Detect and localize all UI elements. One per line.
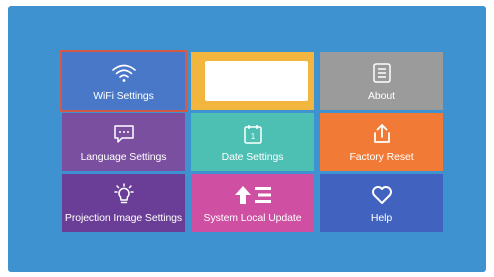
date-settings-tile[interactable]: 1 Date Settings	[191, 113, 314, 171]
preview-window	[205, 61, 308, 101]
projection-image-settings-tile[interactable]: Projection Image Settings	[62, 174, 185, 232]
help-tile[interactable]: Help	[320, 174, 443, 232]
wifi-settings-tile[interactable]: WiFi Settings	[60, 50, 187, 112]
system-local-update-tile[interactable]: System Local Update	[191, 174, 314, 232]
projector-home-screen: WiFi Settings About Language Settings 1 …	[8, 6, 486, 272]
input-preview-tile[interactable]	[191, 52, 314, 110]
brightness-icon	[110, 182, 138, 208]
language-settings-label: Language Settings	[80, 151, 167, 163]
wifi-settings-label: WiFi Settings	[93, 90, 154, 102]
chat-bubble-icon	[110, 121, 138, 147]
about-tile[interactable]: About	[320, 52, 443, 110]
language-settings-tile[interactable]: Language Settings	[62, 113, 185, 171]
help-label: Help	[370, 212, 393, 224]
about-label: About	[368, 90, 395, 102]
settings-menu-grid: WiFi Settings About Language Settings 1 …	[60, 50, 444, 235]
date-settings-label: Date Settings	[221, 151, 284, 163]
projection-image-settings-label: Projection Image Settings	[64, 212, 183, 224]
upload-list-icon	[231, 182, 275, 208]
factory-reset-label: Factory Reset	[349, 151, 414, 163]
upload-tray-icon	[368, 121, 396, 147]
heart-icon	[368, 182, 396, 208]
calendar-icon: 1	[239, 121, 267, 147]
calendar-day-number: 1	[250, 132, 255, 141]
factory-reset-tile[interactable]: Factory Reset	[320, 113, 443, 171]
system-local-update-label: System Local Update	[203, 212, 302, 224]
document-icon	[368, 60, 396, 86]
wifi-icon	[110, 60, 138, 86]
